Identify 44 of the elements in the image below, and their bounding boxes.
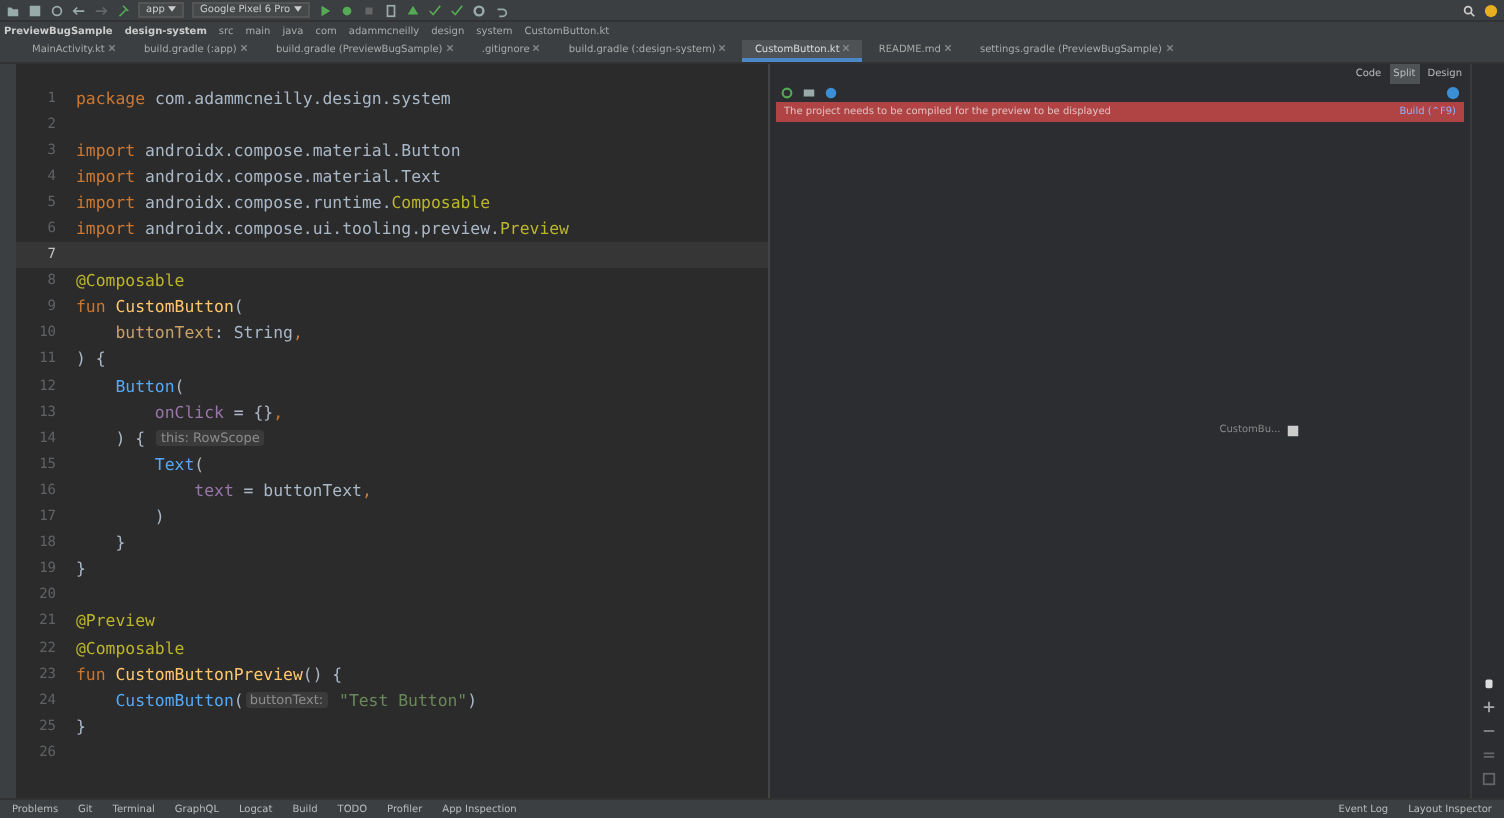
code-text: } (76, 558, 86, 579)
code-text: Button( (113, 375, 185, 396)
close-icon[interactable] (1165, 43, 1174, 51)
code-text: text = buttonText, (192, 479, 372, 500)
back-arrow-icon[interactable] (72, 3, 86, 17)
component-icon (1286, 423, 1301, 437)
code-text: ) { (76, 348, 106, 369)
code-text: } (76, 715, 86, 736)
close-icon[interactable] (532, 43, 541, 51)
code-text: fun CustomButton( (76, 296, 244, 317)
close-icon[interactable] (944, 43, 952, 51)
search-icon[interactable] (1462, 3, 1476, 17)
close-icon[interactable] (842, 43, 851, 51)
code-text: import androidx.compose.ui.tooling.preview.Preview (76, 218, 569, 239)
save-icon[interactable] (28, 3, 42, 17)
undo-icon[interactable] (493, 3, 508, 17)
code-text: buttonText: String, (113, 322, 303, 343)
zoom-in-icon[interactable] (1481, 700, 1495, 714)
zoom-out-icon[interactable] (1481, 724, 1495, 738)
close-icon[interactable] (107, 43, 116, 51)
code-text: fun CustomButtonPreview() { (76, 663, 343, 684)
avatar-icon[interactable] (1484, 3, 1498, 17)
close-icon[interactable] (239, 43, 248, 51)
code-text: @Composable (76, 270, 185, 291)
code-text: Text( (152, 453, 205, 474)
code-text: @Preview (76, 610, 155, 631)
close-icon[interactable] (445, 43, 454, 51)
fit-screen-icon[interactable] (1481, 772, 1495, 786)
code-text: "Test Button") (337, 689, 478, 710)
code-text: onClick = {}, (152, 401, 284, 422)
close-icon[interactable] (718, 43, 727, 51)
caret-icon (293, 6, 302, 12)
layout-icon[interactable] (802, 86, 816, 100)
code-text: import androidx.compose.material.Button (76, 139, 461, 160)
code-text: } (113, 532, 126, 553)
code-text: import androidx.compose.runtime.Composable (76, 191, 491, 212)
code-text: import androidx.compose.material.Text (76, 165, 441, 186)
debug-icon[interactable] (339, 3, 354, 17)
code-text: package com.adammcneilly.design.system (76, 87, 451, 108)
code-text: @Composable (76, 637, 185, 658)
code-text: CustomButton( (113, 689, 244, 710)
caret-icon (168, 6, 177, 12)
code-text: ) { (113, 427, 148, 448)
code-text: ) (152, 506, 165, 527)
